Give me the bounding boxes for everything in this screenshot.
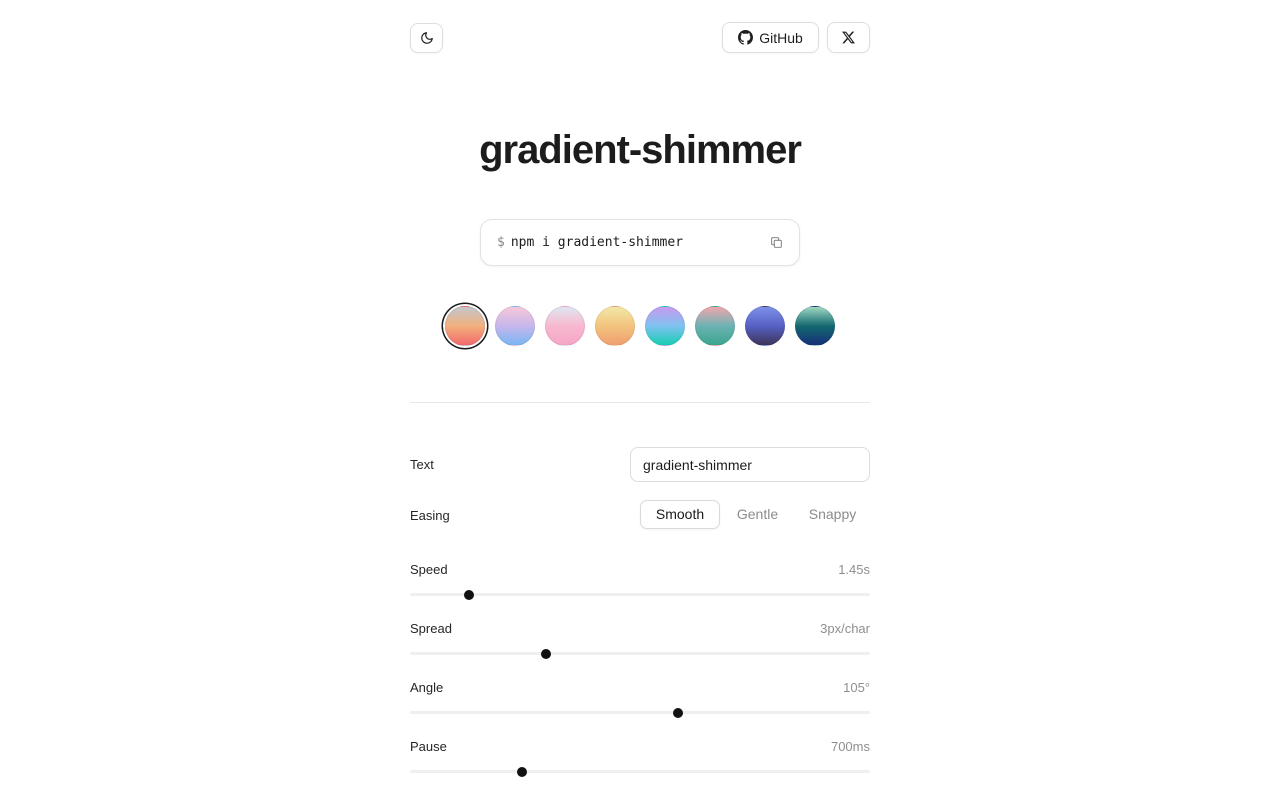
theme-toggle-button[interactable]: [410, 23, 443, 53]
swatch-blush[interactable]: [545, 306, 585, 346]
divider: [410, 402, 870, 403]
shell-prompt: $: [497, 235, 505, 250]
angle-label: Angle: [410, 680, 444, 695]
easing-option-smooth[interactable]: Smooth: [640, 500, 720, 529]
page: GitHub gradient-shimmer $ npm i gradient…: [0, 0, 1280, 800]
gradient-presets: [444, 304, 844, 348]
swatch-deep-sea[interactable]: [795, 306, 835, 346]
install-command: npm i gradient-shimmer: [510, 235, 684, 250]
spread-slider[interactable]: [410, 648, 870, 659]
angle-value: 105°: [843, 680, 870, 695]
swatch-lagoon[interactable]: [695, 306, 735, 346]
page-title: gradient-shimmer: [479, 128, 802, 172]
pause-value: 700ms: [830, 739, 870, 754]
copy-icon[interactable]: [769, 236, 783, 250]
swatch-cotton-candy[interactable]: [495, 306, 535, 346]
pause-slider-thumb[interactable]: [516, 766, 527, 777]
swatch-sunset[interactable]: [445, 306, 485, 346]
speed-value: 1.45s: [838, 562, 870, 577]
pause-slider[interactable]: [410, 766, 870, 777]
angle-slider-thumb[interactable]: [673, 707, 684, 718]
top-bar: GitHub: [410, 22, 870, 54]
pause-label: Pause: [410, 739, 447, 754]
spread-label: Spread: [410, 621, 452, 636]
spread-value: 3px/char: [820, 621, 870, 636]
text-input[interactable]: [630, 447, 870, 482]
speed-slider[interactable]: [410, 589, 870, 600]
install-command-box: $ npm i gradient-shimmer: [480, 219, 800, 266]
swatch-aurora[interactable]: [645, 306, 685, 346]
github-button[interactable]: GitHub: [722, 22, 819, 53]
github-label: GitHub: [759, 29, 803, 46]
github-icon: [738, 30, 754, 45]
x-social-button[interactable]: [827, 22, 870, 53]
angle-slider[interactable]: [410, 707, 870, 718]
easing-option-gentle[interactable]: Gentle: [720, 500, 795, 529]
easing-option-snappy[interactable]: Snappy: [795, 500, 870, 529]
moon-icon: [420, 31, 434, 45]
easing-selector: Smooth Gentle Snappy: [640, 500, 870, 529]
swatch-peach[interactable]: [595, 306, 635, 346]
speed-slider-thumb[interactable]: [463, 589, 474, 600]
text-label: Text: [410, 457, 434, 472]
swatch-dusk[interactable]: [745, 306, 785, 346]
spread-slider-thumb[interactable]: [541, 648, 552, 659]
x-logo-icon: [842, 31, 855, 44]
speed-label: Speed: [410, 562, 448, 577]
easing-label: Easing: [410, 508, 450, 523]
